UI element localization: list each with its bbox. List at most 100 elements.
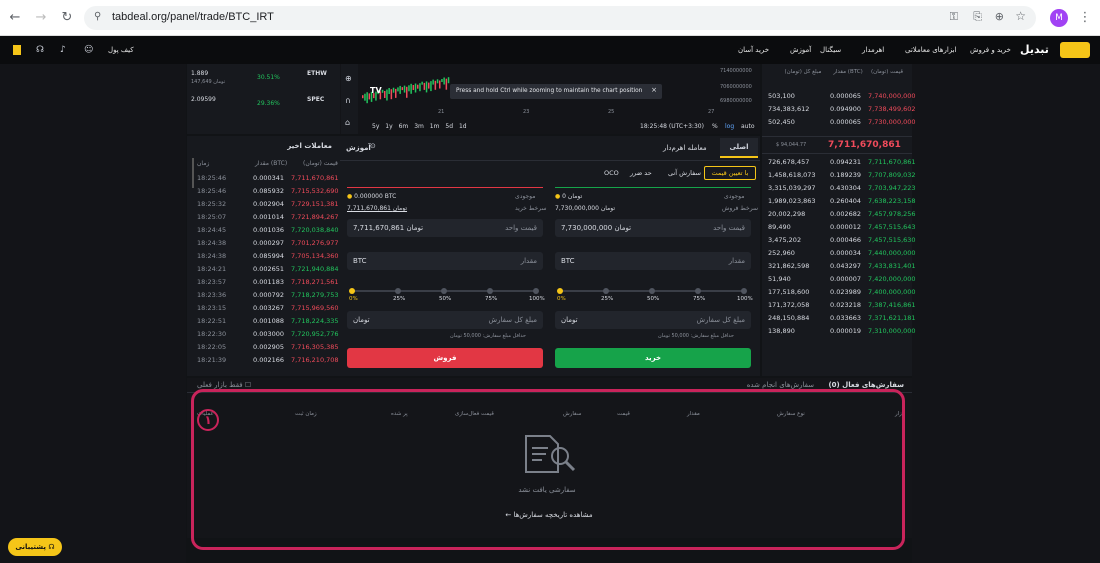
site-info-icon[interactable]: ⚲	[94, 11, 101, 22]
reload-icon[interactable]: ↻	[58, 9, 76, 27]
slider-dot[interactable]	[603, 288, 609, 294]
slider-dot[interactable]	[441, 288, 447, 294]
range-5y[interactable]: 5y	[372, 123, 379, 130]
bids-row[interactable]: 7,711,670,861 0.094231 726,678,457	[762, 158, 916, 171]
logo-icon[interactable]	[1060, 42, 1090, 58]
slider-dot[interactable]	[533, 288, 539, 294]
learn-link[interactable]: آموزش	[346, 144, 371, 152]
checkbox-icon[interactable]: ☐	[245, 381, 251, 389]
logo-text[interactable]: تبدیل	[1020, 43, 1049, 56]
tab-main[interactable]: اصلی	[720, 138, 758, 158]
address-bar[interactable]: ⚲ tabdeal.org/panel/trade/BTC_IRT ⚿ ⎘ ⊕ …	[84, 6, 1036, 30]
nav-tools[interactable]: ابزارهای معاملاتی	[905, 46, 957, 54]
buy-amount-input[interactable]: BTC مقدار	[555, 252, 751, 270]
zoom-icon[interactable]: ⊕	[995, 10, 1004, 23]
bell-icon[interactable]: ♪	[60, 45, 66, 55]
asks-row[interactable]: 7,738,499,602 0.094900 734,383,612	[762, 105, 916, 118]
tab-filled-orders[interactable]: سفارش‌های انجام شده	[747, 381, 814, 389]
market-row[interactable]: 1.889 147,649 تومان 30.51% ETHW	[191, 70, 336, 92]
slider-dot[interactable]	[487, 288, 493, 294]
bids-row[interactable]: 7,371,621,181 0.033663 248,150,884	[762, 314, 916, 327]
asks-row[interactable]: 7,730,000,000 0.000065 502,450	[762, 118, 916, 131]
slider-dot[interactable]	[557, 288, 563, 294]
buy-button[interactable]: خرید	[555, 348, 751, 368]
range-5d[interactable]: 5d	[445, 123, 453, 130]
theme-icon[interactable]	[13, 45, 21, 55]
bids-row[interactable]: 7,707,809,032 0.189239 1,458,618,073	[762, 171, 916, 184]
bids-row[interactable]: 7,400,000,000 0.023989 177,518,600	[762, 288, 916, 301]
tab-open-orders[interactable]: سفارش‌های فعال (0)	[828, 381, 904, 389]
zoom-in-icon[interactable]: ⊕	[345, 74, 352, 83]
bookmark-star-icon[interactable]: ☆	[1015, 9, 1026, 23]
sell-percent-slider[interactable]	[349, 288, 539, 294]
trade-price: 7,711,670,861	[291, 174, 339, 182]
bids-row[interactable]: 7,440,000,000 0.000034 252,960	[762, 249, 916, 262]
bids-row[interactable]: 7,457,515,630 0.000466 3,475,202	[762, 236, 916, 249]
bids-row[interactable]: 7,433,831,401 0.043297 321,862,598	[762, 262, 916, 275]
browser-menu-icon[interactable]: ⋮	[1076, 9, 1094, 27]
book-price: 7,738,499,602	[868, 105, 916, 113]
profile-avatar[interactable]: M	[1050, 9, 1068, 27]
range-3m[interactable]: 3m	[414, 123, 424, 130]
bids-row[interactable]: 7,703,947,223 0.430304 3,315,039,297	[762, 184, 916, 197]
book-total: 503,100	[768, 92, 795, 100]
order-type-oco[interactable]: OCO	[604, 169, 619, 177]
headset-icon[interactable]: ☊	[36, 45, 44, 55]
range-1y[interactable]: 1y	[385, 123, 392, 130]
user-icon[interactable]: ☺	[84, 45, 93, 55]
nav-signal[interactable]: سیگنال	[820, 46, 841, 54]
magnet-icon[interactable]: ∩	[345, 96, 351, 105]
sell-button[interactable]: فروش	[347, 348, 543, 368]
nav-leverage[interactable]: اهرمدار	[862, 46, 884, 54]
market-row[interactable]: 2.09599 29.36% SPEC	[191, 96, 336, 118]
log-toggle[interactable]: log	[725, 123, 734, 130]
nav-buy-sell[interactable]: خرید و فروش	[970, 46, 1011, 54]
lock-icon[interactable]: ⌂	[345, 118, 350, 127]
current-pair-filter[interactable]: فقط بازار فعلی ☐	[197, 381, 251, 389]
buy-best-ask[interactable]: 7,730,000,000 تومان	[555, 205, 615, 212]
buy-percent-slider[interactable]	[557, 288, 747, 294]
buy-total-input[interactable]: تومان مبلغ کل سفارش	[555, 311, 751, 329]
bids-row[interactable]: 7,387,416,861 0.023218 171,372,058	[762, 301, 916, 314]
back-icon[interactable]: ←	[6, 9, 24, 27]
slider-dot[interactable]	[395, 288, 401, 294]
sell-price-input[interactable]: 7,711,670,861 تومان قیمت واحد	[347, 219, 543, 237]
install-icon[interactable]: ⎘	[973, 10, 982, 24]
range-1m[interactable]: 1m	[430, 123, 440, 130]
slider-dot[interactable]	[349, 288, 355, 294]
slider-dot[interactable]	[649, 288, 655, 294]
range-6m[interactable]: 6m	[399, 123, 409, 130]
bids-row[interactable]: 7,310,000,000 0.000019 138,890	[762, 327, 916, 340]
slider-dot[interactable]	[741, 288, 747, 294]
order-type-market[interactable]: سفارش آنی	[668, 169, 701, 177]
book-price: 7,740,000,000	[868, 92, 916, 100]
buy-price-input[interactable]: 7,730,000,000 تومان قیمت واحد	[555, 219, 751, 237]
book-header-price: قیمت (تومان)	[871, 69, 903, 75]
markets-panel: 1.889 147,649 تومان 30.51% ETHW 2.09599 …	[187, 64, 340, 134]
percent-toggle[interactable]: %	[712, 123, 718, 130]
nav-easy-buy[interactable]: خرید آسان	[738, 46, 769, 54]
close-icon[interactable]: ×	[651, 86, 657, 94]
nav-learn[interactable]: آموزش	[790, 46, 811, 54]
sell-amount-input[interactable]: BTC مقدار	[347, 252, 543, 270]
sell-best-bid[interactable]: 7,711,670,861 تومان	[347, 205, 407, 212]
chart-panel[interactable]: 7140000000 7060000000 6980000000 21 23 2…	[340, 64, 760, 134]
tab-margin[interactable]: معامله اهرم‌دار	[663, 144, 707, 152]
sell-total-input[interactable]: تومان مبلغ کل سفارش	[347, 311, 543, 329]
bids-row[interactable]: 7,638,223,158 0.260404 1,989,023,863	[762, 197, 916, 210]
bids-row[interactable]: 7,457,978,256 0.002682 20,002,298	[762, 210, 916, 223]
order-type-limit[interactable]: با تعیین قیمت	[704, 166, 756, 180]
bids-row[interactable]: 7,457,515,643 0.000012 89,490	[762, 223, 916, 236]
range-1d[interactable]: 1d	[459, 123, 467, 130]
asks-row[interactable]: 7,740,000,000 0.000065 503,100	[762, 92, 916, 105]
wallet-menu[interactable]: کیف پول	[108, 46, 134, 54]
order-type-stop[interactable]: حد ضرر	[630, 169, 652, 177]
trade-price: 7,720,038,840	[291, 226, 339, 234]
forward-icon[interactable]: →	[32, 9, 50, 27]
slider-dot[interactable]	[695, 288, 701, 294]
bids-row[interactable]: 7,420,000,000 0.000007 51,940	[762, 275, 916, 288]
auto-toggle[interactable]: auto	[741, 123, 755, 130]
support-button[interactable]: پشتیبانی ☊	[8, 538, 62, 556]
trade-price: 7,715,532,690	[291, 187, 339, 195]
key-icon[interactable]: ⚿	[950, 10, 958, 24]
